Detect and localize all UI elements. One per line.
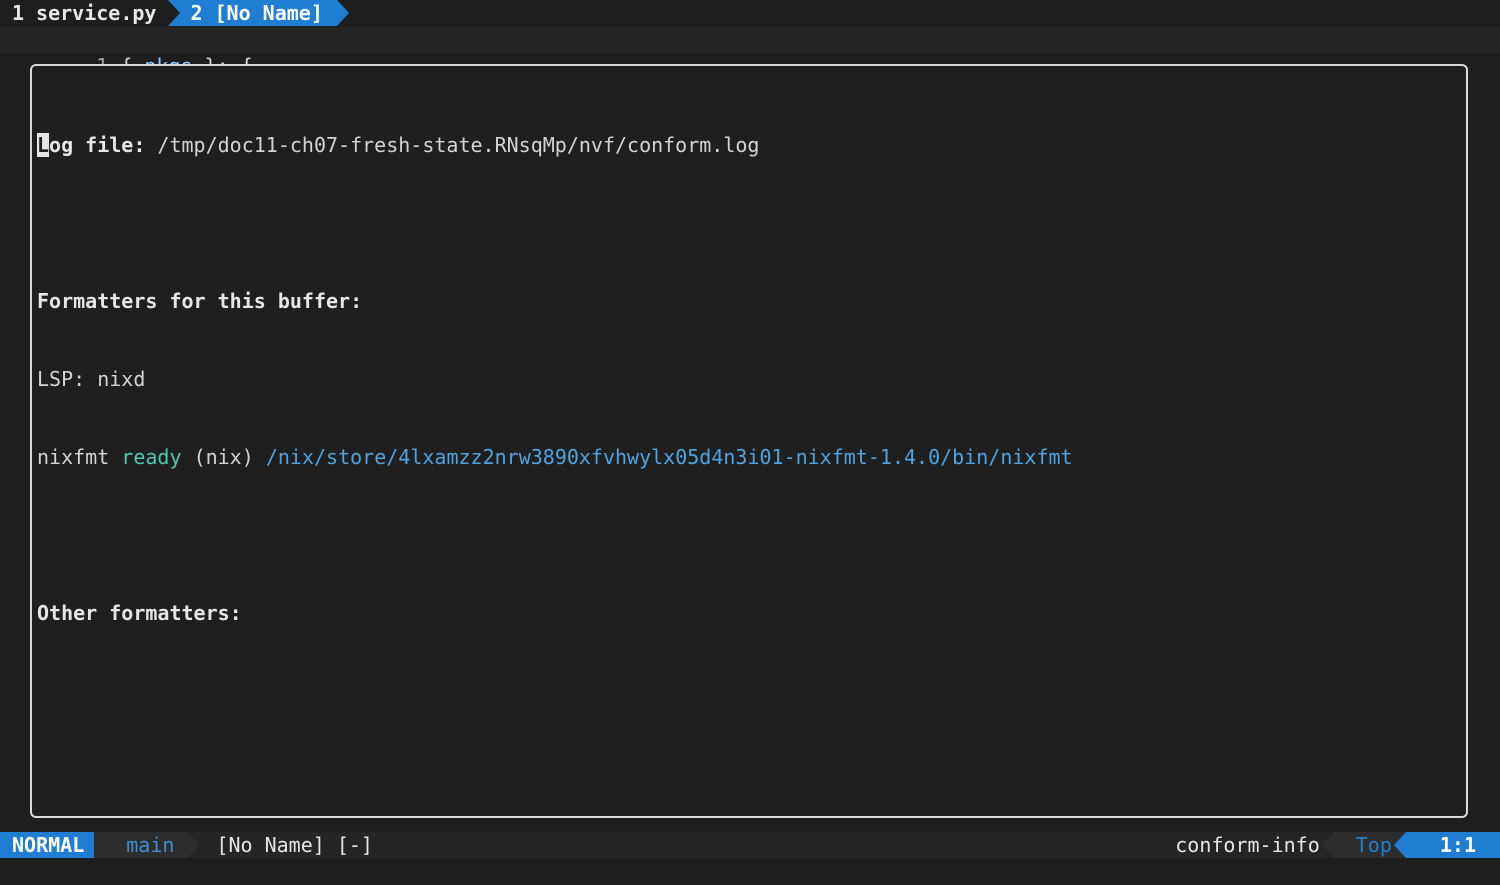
tab-label: [No Name] bbox=[214, 1, 323, 25]
status-filename: [No Name] [-] bbox=[216, 833, 373, 857]
editor-window: 1 service.py 2 [No Name] 1 { pkgs }: { Log… bbox=[0, 0, 1500, 885]
tab-separator bbox=[168, 0, 181, 26]
buffer-line[interactable]: 1 { pkgs }: { bbox=[0, 27, 1500, 78]
status-location: 1:1 bbox=[1393, 832, 1500, 858]
tab-number: 1 bbox=[12, 1, 25, 25]
formatter-name: nixfmt bbox=[37, 445, 110, 469]
tab-number: 2 bbox=[190, 1, 203, 25]
log-file-path[interactable]: /tmp/doc11-ch07-fresh-state.RNsqMp/nvf/c… bbox=[157, 133, 759, 157]
git-branch[interactable]: main bbox=[94, 832, 201, 858]
status-filetype: conform-info bbox=[1175, 833, 1320, 857]
tab-service-py[interactable]: 1 service.py bbox=[0, 0, 169, 26]
other-formatters-heading: Other formatters: bbox=[37, 601, 242, 625]
statusline: NORMAL main [No Name] [-] conform-info T… bbox=[0, 832, 1500, 858]
lsp-line: LSP: nixd bbox=[37, 367, 146, 391]
tabline: 1 service.py 2 [No Name] bbox=[0, 0, 1500, 26]
blank-row bbox=[37, 210, 1073, 236]
formatters-heading: Formatters for this buffer: bbox=[37, 289, 363, 313]
formatter-path[interactable]: /nix/store/4lxamzz2nrw3890xfvhwylx05d4n3… bbox=[266, 445, 1073, 469]
log-file-label: og file: bbox=[49, 133, 146, 157]
conform-info-float[interactable]: Log file: /tmp/doc11-ch07-fresh-state.RN… bbox=[30, 64, 1468, 818]
formatter-row: nixfmt ready (nix) /nix/store/4lxamzz2nr… bbox=[37, 444, 1073, 470]
command-line[interactable] bbox=[0, 858, 1500, 885]
tab-no-name[interactable]: 2 [No Name] bbox=[168, 0, 349, 26]
cursor: L bbox=[37, 133, 50, 157]
formatter-status: ready bbox=[121, 445, 182, 469]
log-file-row: Log file: /tmp/doc11-ch07-fresh-state.RN… bbox=[37, 132, 1073, 158]
conform-info-content: Log file: /tmp/doc11-ch07-fresh-state.RN… bbox=[37, 80, 1073, 678]
tab-label: service.py bbox=[36, 1, 157, 25]
mode-indicator: NORMAL bbox=[0, 832, 107, 858]
formatter-lang: (nix) bbox=[193, 445, 254, 469]
git-branch-name: main bbox=[126, 833, 175, 857]
blank-row bbox=[37, 522, 1073, 548]
tab-separator bbox=[336, 0, 349, 26]
